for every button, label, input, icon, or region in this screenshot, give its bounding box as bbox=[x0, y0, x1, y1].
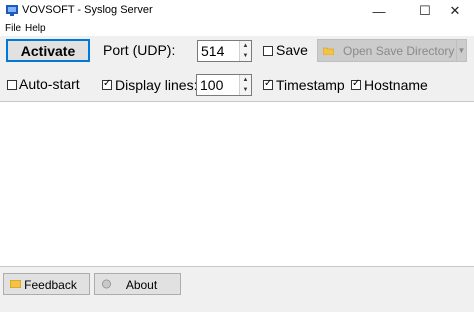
menu-help[interactable]: Help bbox=[25, 22, 46, 36]
port-value: 514 bbox=[201, 43, 225, 59]
activate-button[interactable]: Activate bbox=[6, 39, 90, 62]
arrow-down-icon[interactable]: ▼ bbox=[240, 51, 251, 61]
hostname-checkbox[interactable]: ✓ bbox=[351, 78, 361, 90]
timestamp-label: Timestamp bbox=[276, 77, 345, 93]
hostname-label: Hostname bbox=[364, 77, 428, 93]
check-icon: ✓ bbox=[264, 78, 273, 89]
app-icon bbox=[6, 5, 18, 16]
port-stepper[interactable]: 514 ▲ ▼ bbox=[197, 40, 252, 62]
minimize-icon: — bbox=[372, 3, 386, 19]
arrow-up-icon[interactable]: ▲ bbox=[240, 75, 251, 85]
title-bar: VOVSOFT - Syslog Server — ☐ ✕ bbox=[0, 0, 474, 22]
open-save-directory-button[interactable]: Open Save Directory bbox=[317, 39, 457, 62]
arrow-down-icon[interactable]: ▼ bbox=[240, 85, 251, 95]
about-label: About bbox=[125, 278, 158, 292]
controls-panel: Activate Port (UDP): 514 ▲ ▼ Save Open S… bbox=[0, 36, 474, 101]
display-lines-checkbox[interactable]: ✓ bbox=[102, 78, 112, 90]
menu-bar: File Help bbox=[0, 22, 474, 36]
close-icon: ✕ bbox=[449, 3, 461, 18]
minimize-button[interactable]: — bbox=[364, 0, 394, 22]
timestamp-checkbox[interactable]: ✓ bbox=[263, 78, 273, 90]
autostart-label: Auto-start bbox=[19, 76, 80, 92]
display-lines-stepper[interactable]: 100 ▲ ▼ bbox=[196, 74, 252, 96]
menu-file[interactable]: File bbox=[5, 22, 21, 36]
open-dir-dropdown-button[interactable]: ▼ bbox=[456, 39, 467, 62]
display-lines-label: Display lines: bbox=[115, 77, 198, 93]
autostart-checkbox[interactable] bbox=[7, 80, 17, 90]
save-label: Save bbox=[276, 42, 308, 58]
check-icon: ✓ bbox=[103, 78, 112, 89]
port-stepper-arrows[interactable]: ▲ ▼ bbox=[239, 41, 251, 61]
check-icon: ✓ bbox=[352, 78, 361, 89]
display-lines-stepper-arrows[interactable]: ▲ ▼ bbox=[239, 75, 251, 95]
open-dir-label: Open Save Directory bbox=[343, 44, 455, 58]
close-button[interactable]: ✕ bbox=[440, 0, 470, 22]
folder-icon bbox=[323, 47, 334, 55]
arrow-up-icon[interactable]: ▲ bbox=[240, 41, 251, 51]
display-lines-value: 100 bbox=[200, 77, 224, 93]
chevron-down-icon: ▼ bbox=[457, 46, 466, 55]
feedback-button[interactable]: Feedback bbox=[3, 273, 90, 295]
feedback-label: Feedback bbox=[24, 278, 77, 292]
maximize-icon: ☐ bbox=[419, 3, 431, 18]
maximize-button[interactable]: ☐ bbox=[410, 0, 440, 22]
about-button[interactable]: About bbox=[94, 273, 181, 295]
log-output-area[interactable] bbox=[0, 101, 474, 267]
footer-bar: Feedback About bbox=[0, 267, 474, 312]
save-checkbox[interactable] bbox=[263, 46, 273, 56]
port-label: Port (UDP): bbox=[103, 42, 176, 58]
window-title: VOVSOFT - Syslog Server bbox=[22, 4, 153, 16]
